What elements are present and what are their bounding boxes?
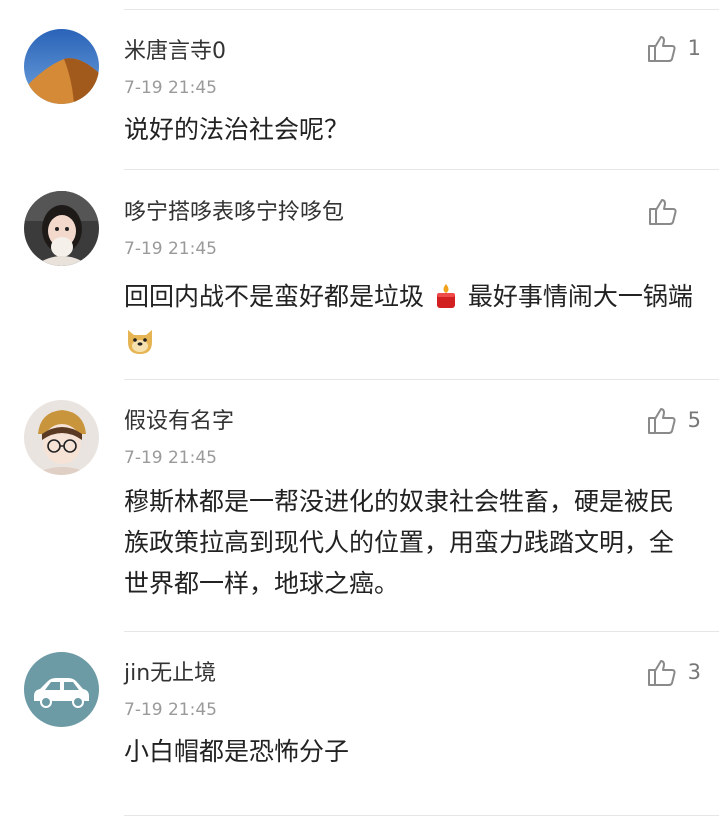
comment-text: 回回内战不是蛮好都是垃圾 最好事情闹大一锅端 [124,276,694,368]
car-avatar-icon [24,652,99,727]
avatar[interactable] [24,191,99,266]
thumbs-up-icon [647,660,676,686]
timestamp: 7-19 21:45 [124,78,217,98]
username[interactable]: 假设有名字 [124,403,234,435]
like-count: 3 [687,660,701,684]
avatar[interactable] [24,652,99,727]
comment-item: jin无止境 7-19 21:45 小白帽都是恐怖分子 3 [0,632,719,826]
comment-text: 穆斯林都是一帮没进化的奴隶社会牲畜，硬是被民族政策拉高到现代人的位置，用蛮力践踏… [124,487,675,598]
comment-text: 说好的法治社会呢？ [124,115,350,144]
username[interactable]: jin无止境 [124,655,216,687]
doge-emoji-icon [124,324,156,368]
candle-emoji-icon [432,281,460,322]
like-button[interactable] [647,195,701,227]
comment-item: 哆宁搭哆表哆宁拎哆包 7-19 21:45 回回内战不是蛮好都是垃圾 最好事情闹… [0,170,719,380]
thumbs-up-icon [649,199,677,225]
desert-dune-avatar-icon [24,29,99,104]
girl-glasses-avatar-icon [24,400,99,475]
username[interactable]: 米唐言寺0 [124,33,226,65]
avatar[interactable] [24,400,99,475]
like-button[interactable]: 1 [646,32,701,64]
username[interactable]: 哆宁搭哆表哆宁拎哆包 [124,194,344,226]
timestamp: 7-19 21:45 [124,700,217,720]
like-count: 5 [687,408,701,432]
like-button[interactable]: 5 [646,404,701,436]
comment-text-part: 回回内战不是蛮好都是垃圾 [124,282,425,311]
timestamp: 7-19 21:45 [124,239,217,259]
avatar[interactable] [24,29,99,104]
girl-photo-avatar-icon [24,191,99,266]
thumbs-up-icon [647,36,676,62]
timestamp: 7-19 21:45 [124,448,217,468]
comment-item: 米唐言寺0 7-19 21:45 说好的法治社会呢？ 1 [0,0,719,170]
thumbs-up-icon [647,408,676,434]
divider [124,815,719,816]
comment-item: 假设有名字 7-19 21:45 穆斯林都是一帮没进化的奴隶社会牲畜，硬是被民族… [0,380,719,632]
comment-text: 小白帽都是恐怖分子 [124,737,350,766]
like-button[interactable]: 3 [646,656,701,688]
like-count: 1 [687,36,701,60]
comment-text-part: 最好事情闹大一锅端 [467,282,693,311]
